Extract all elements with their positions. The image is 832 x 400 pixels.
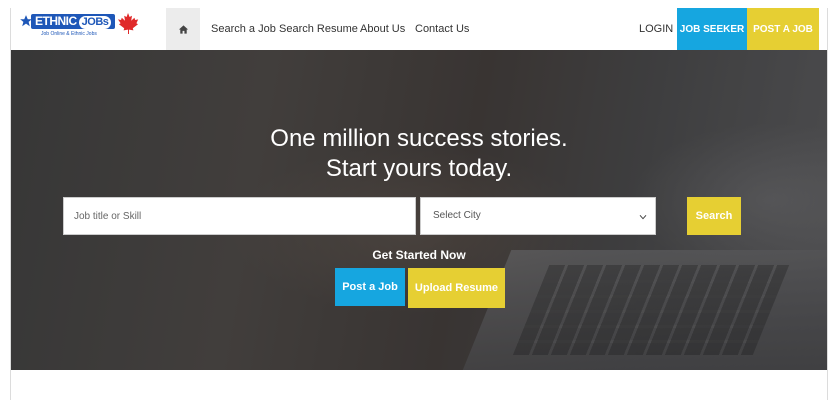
logo-wordmark: ETHNIC JOBs <box>31 14 116 29</box>
nav-contact-us[interactable]: Contact Us <box>415 8 469 50</box>
get-started-heading: Get Started Now <box>372 248 466 262</box>
logo-brand: ETHNIC <box>35 14 77 28</box>
job-search-input[interactable] <box>63 197 416 235</box>
site-logo[interactable]: ETHNIC JOBs Job Online & Ethnic Jobs <box>19 12 147 46</box>
home-button[interactable] <box>166 8 200 50</box>
login-link[interactable]: LOGIN <box>639 8 673 50</box>
top-navbar: ETHNIC JOBs Job Online & Ethnic Jobs Sear… <box>11 8 827 51</box>
city-select[interactable]: Select City <box>420 197 656 235</box>
page-frame: ETHNIC JOBs Job Online & Ethnic Jobs Sear… <box>10 8 828 400</box>
search-button[interactable]: Search <box>687 197 741 235</box>
nav-about-us[interactable]: About Us <box>360 8 405 50</box>
nav-search-job[interactable]: Search a Job <box>211 8 276 50</box>
hero-headline-line1: One million success stories. <box>270 125 568 152</box>
city-select-value: Select City <box>433 210 481 221</box>
hero-headline-line2: Start yours today. <box>325 155 513 182</box>
home-icon <box>178 24 188 34</box>
post-a-job-nav-button[interactable]: POST A JOB <box>747 8 819 50</box>
logo-brand-suffix: JOBs <box>78 16 112 29</box>
chevron-down-icon <box>639 214 647 220</box>
logo-tagline: Job Online & Ethnic Jobs <box>41 31 97 37</box>
maple-leaf-icon <box>118 13 139 34</box>
nav-search-resume[interactable]: Search Resume <box>279 8 358 50</box>
hero-banner: One million success stories. Start yours… <box>11 50 827 370</box>
post-a-job-button[interactable]: Post a Job <box>335 268 405 306</box>
job-seeker-button[interactable]: JOB SEEKER <box>677 8 747 50</box>
upload-resume-button[interactable]: Upload Resume <box>408 268 505 308</box>
